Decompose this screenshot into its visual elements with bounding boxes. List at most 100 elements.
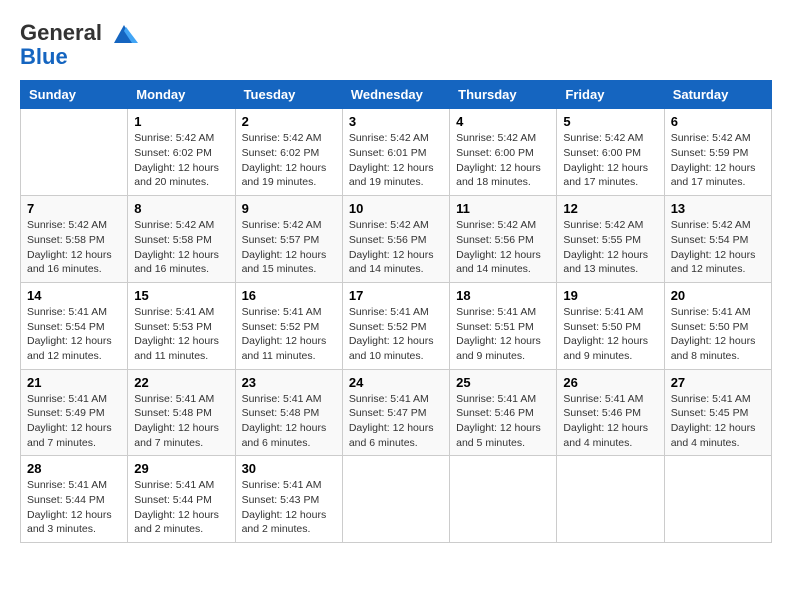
day-number: 14 <box>27 288 121 303</box>
day-number: 21 <box>27 375 121 390</box>
day-info: Sunrise: 5:41 AM Sunset: 5:46 PM Dayligh… <box>456 392 550 451</box>
day-cell: 8 Sunrise: 5:42 AM Sunset: 5:58 PM Daylig… <box>128 196 235 283</box>
day-number: 6 <box>671 114 765 129</box>
day-info: Sunrise: 5:42 AM Sunset: 6:01 PM Dayligh… <box>349 131 443 190</box>
logo-general: General <box>20 20 102 45</box>
day-info: Sunrise: 5:41 AM Sunset: 5:46 PM Dayligh… <box>563 392 657 451</box>
day-info: Sunrise: 5:41 AM Sunset: 5:45 PM Dayligh… <box>671 392 765 451</box>
day-info: Sunrise: 5:41 AM Sunset: 5:47 PM Dayligh… <box>349 392 443 451</box>
day-cell <box>342 456 449 543</box>
col-header-sunday: Sunday <box>21 81 128 109</box>
day-cell: 14 Sunrise: 5:41 AM Sunset: 5:54 PM Dayli… <box>21 282 128 369</box>
day-cell: 17Sunrise: 5:41 AM Sunset: 5:52 PM Dayli… <box>342 282 449 369</box>
day-cell: 12Sunrise: 5:42 AM Sunset: 5:55 PM Dayli… <box>557 196 664 283</box>
day-number: 2 <box>242 114 336 129</box>
day-cell <box>450 456 557 543</box>
week-row-4: 21 Sunrise: 5:41 AM Sunset: 5:49 PM Dayli… <box>21 369 772 456</box>
day-info: Sunrise: 5:41 AM Sunset: 5:50 PM Dayligh… <box>563 305 657 364</box>
day-cell <box>664 456 771 543</box>
day-info: Sunrise: 5:41 AM Sunset: 5:51 PM Dayligh… <box>456 305 550 364</box>
day-cell: 15Sunrise: 5:41 AM Sunset: 5:53 PM Dayli… <box>128 282 235 369</box>
page-header: General Blue <box>20 20 772 70</box>
day-cell: 28 Sunrise: 5:41 AM Sunset: 5:44 PM Dayli… <box>21 456 128 543</box>
day-number: 3 <box>349 114 443 129</box>
day-number: 8 <box>134 201 228 216</box>
day-info: Sunrise: 5:42 AM Sunset: 5:58 PM Dayligh… <box>134 218 228 277</box>
day-cell: 3 Sunrise: 5:42 AM Sunset: 6:01 PM Daylig… <box>342 109 449 196</box>
day-number: 13 <box>671 201 765 216</box>
day-number: 18 <box>456 288 550 303</box>
day-info: Sunrise: 5:41 AM Sunset: 5:48 PM Dayligh… <box>134 392 228 451</box>
day-cell: 9 Sunrise: 5:42 AM Sunset: 5:57 PM Daylig… <box>235 196 342 283</box>
day-info: Sunrise: 5:42 AM Sunset: 5:57 PM Dayligh… <box>242 218 336 277</box>
day-number: 28 <box>27 461 121 476</box>
calendar-table: SundayMondayTuesdayWednesdayThursdayFrid… <box>20 80 772 543</box>
day-number: 5 <box>563 114 657 129</box>
header-row: SundayMondayTuesdayWednesdayThursdayFrid… <box>21 81 772 109</box>
day-info: Sunrise: 5:41 AM Sunset: 5:43 PM Dayligh… <box>242 478 336 537</box>
day-number: 22 <box>134 375 228 390</box>
day-cell: 21 Sunrise: 5:41 AM Sunset: 5:49 PM Dayli… <box>21 369 128 456</box>
day-cell: 23Sunrise: 5:41 AM Sunset: 5:48 PM Dayli… <box>235 369 342 456</box>
week-row-2: 7 Sunrise: 5:42 AM Sunset: 5:58 PM Daylig… <box>21 196 772 283</box>
day-info: Sunrise: 5:42 AM Sunset: 6:00 PM Dayligh… <box>456 131 550 190</box>
week-row-3: 14 Sunrise: 5:41 AM Sunset: 5:54 PM Dayli… <box>21 282 772 369</box>
day-info: Sunrise: 5:42 AM Sunset: 5:56 PM Dayligh… <box>456 218 550 277</box>
day-cell: 10 Sunrise: 5:42 AM Sunset: 5:56 PM Dayli… <box>342 196 449 283</box>
day-info: Sunrise: 5:42 AM Sunset: 5:55 PM Dayligh… <box>563 218 657 277</box>
day-cell: 30 Sunrise: 5:41 AM Sunset: 5:43 PM Dayli… <box>235 456 342 543</box>
day-info: Sunrise: 5:42 AM Sunset: 6:02 PM Dayligh… <box>242 131 336 190</box>
col-header-friday: Friday <box>557 81 664 109</box>
day-cell: 27 Sunrise: 5:41 AM Sunset: 5:45 PM Dayli… <box>664 369 771 456</box>
day-number: 30 <box>242 461 336 476</box>
col-header-saturday: Saturday <box>664 81 771 109</box>
day-number: 23 <box>242 375 336 390</box>
day-cell: 18 Sunrise: 5:41 AM Sunset: 5:51 PM Dayli… <box>450 282 557 369</box>
day-number: 19 <box>563 288 657 303</box>
week-row-5: 28 Sunrise: 5:41 AM Sunset: 5:44 PM Dayli… <box>21 456 772 543</box>
day-number: 26 <box>563 375 657 390</box>
calendar-body: 1 Sunrise: 5:42 AM Sunset: 6:02 PM Daylig… <box>21 109 772 543</box>
day-cell: 29Sunrise: 5:41 AM Sunset: 5:44 PM Dayli… <box>128 456 235 543</box>
day-cell: 20 Sunrise: 5:41 AM Sunset: 5:50 PM Dayli… <box>664 282 771 369</box>
day-info: Sunrise: 5:41 AM Sunset: 5:53 PM Dayligh… <box>134 305 228 364</box>
day-number: 16 <box>242 288 336 303</box>
logo-icon <box>110 23 138 45</box>
day-number: 25 <box>456 375 550 390</box>
day-info: Sunrise: 5:41 AM Sunset: 5:54 PM Dayligh… <box>27 305 121 364</box>
col-header-tuesday: Tuesday <box>235 81 342 109</box>
day-number: 20 <box>671 288 765 303</box>
day-info: Sunrise: 5:41 AM Sunset: 5:50 PM Dayligh… <box>671 305 765 364</box>
col-header-wednesday: Wednesday <box>342 81 449 109</box>
day-info: Sunrise: 5:42 AM Sunset: 5:58 PM Dayligh… <box>27 218 121 277</box>
day-number: 27 <box>671 375 765 390</box>
day-cell <box>21 109 128 196</box>
day-cell: 24Sunrise: 5:41 AM Sunset: 5:47 PM Dayli… <box>342 369 449 456</box>
day-info: Sunrise: 5:42 AM Sunset: 5:56 PM Dayligh… <box>349 218 443 277</box>
day-info: Sunrise: 5:41 AM Sunset: 5:44 PM Dayligh… <box>134 478 228 537</box>
day-cell: 26 Sunrise: 5:41 AM Sunset: 5:46 PM Dayli… <box>557 369 664 456</box>
day-number: 1 <box>134 114 228 129</box>
day-cell: 1Sunrise: 5:42 AM Sunset: 6:02 PM Daylig… <box>128 109 235 196</box>
week-row-1: 1 Sunrise: 5:42 AM Sunset: 6:02 PM Daylig… <box>21 109 772 196</box>
logo-blue: Blue <box>20 44 138 70</box>
day-cell: 4Sunrise: 5:42 AM Sunset: 6:00 PM Daylig… <box>450 109 557 196</box>
day-cell: 11Sunrise: 5:42 AM Sunset: 5:56 PM Dayli… <box>450 196 557 283</box>
day-number: 9 <box>242 201 336 216</box>
col-header-monday: Monday <box>128 81 235 109</box>
day-cell: 25 Sunrise: 5:41 AM Sunset: 5:46 PM Dayli… <box>450 369 557 456</box>
day-cell: 7 Sunrise: 5:42 AM Sunset: 5:58 PM Daylig… <box>21 196 128 283</box>
day-info: Sunrise: 5:41 AM Sunset: 5:44 PM Dayligh… <box>27 478 121 537</box>
day-number: 7 <box>27 201 121 216</box>
day-info: Sunrise: 5:42 AM Sunset: 5:59 PM Dayligh… <box>671 131 765 190</box>
day-cell: 16Sunrise: 5:41 AM Sunset: 5:52 PM Dayli… <box>235 282 342 369</box>
col-header-thursday: Thursday <box>450 81 557 109</box>
day-number: 10 <box>349 201 443 216</box>
calendar-header: SundayMondayTuesdayWednesdayThursdayFrid… <box>21 81 772 109</box>
day-info: Sunrise: 5:42 AM Sunset: 5:54 PM Dayligh… <box>671 218 765 277</box>
day-cell: 19 Sunrise: 5:41 AM Sunset: 5:50 PM Dayli… <box>557 282 664 369</box>
day-cell: 5Sunrise: 5:42 AM Sunset: 6:00 PM Daylig… <box>557 109 664 196</box>
day-cell: 2 Sunrise: 5:42 AM Sunset: 6:02 PM Daylig… <box>235 109 342 196</box>
day-info: Sunrise: 5:41 AM Sunset: 5:49 PM Dayligh… <box>27 392 121 451</box>
day-cell: 13 Sunrise: 5:42 AM Sunset: 5:54 PM Dayli… <box>664 196 771 283</box>
